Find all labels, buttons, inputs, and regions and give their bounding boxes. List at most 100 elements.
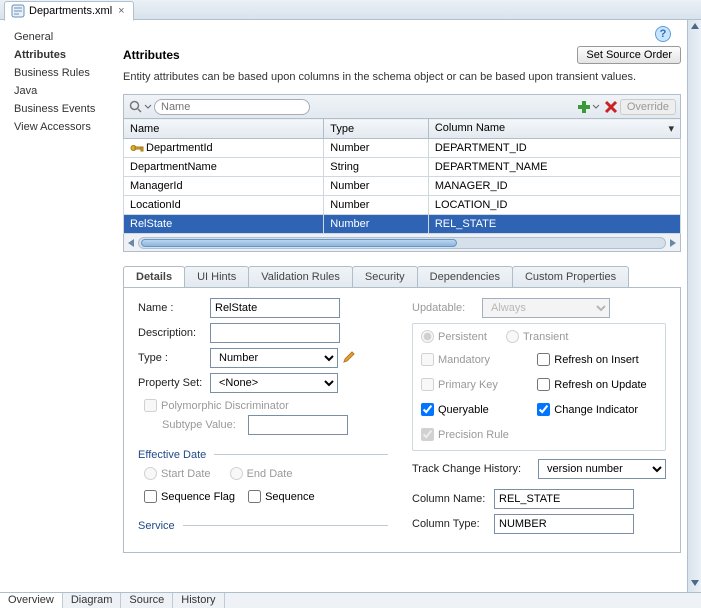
start-date-radio [144, 467, 157, 480]
transient-radio [506, 330, 519, 343]
change-indicator-label: Change Indicator [554, 404, 638, 416]
page-title: Attributes [123, 48, 577, 62]
detail-tab-bar: DetailsUI HintsValidation RulesSecurityD… [123, 266, 681, 288]
file-tab[interactable]: Departments.xml × [4, 1, 134, 21]
persistent-label: Persistent [438, 331, 487, 343]
edit-type-icon[interactable] [342, 350, 356, 367]
primary-key-checkbox [421, 378, 434, 391]
attributes-table[interactable]: NameTypeColumn Name▾ DepartmentIdNumberD… [123, 118, 681, 234]
add-button[interactable] [576, 99, 600, 115]
scroll-down-icon[interactable] [691, 580, 699, 586]
sidebar-item-java[interactable]: Java [14, 82, 123, 100]
column-type-field[interactable] [494, 514, 634, 534]
polymorphic-checkbox [144, 399, 157, 412]
sequence-flag-label: Sequence Flag [161, 491, 235, 503]
scroll-left-icon[interactable] [128, 239, 134, 247]
change-indicator-checkbox[interactable] [537, 403, 550, 416]
sidebar-item-view-accessors[interactable]: View Accessors [14, 118, 123, 136]
sequence-flag-checkbox[interactable] [144, 490, 157, 503]
table-row[interactable]: DepartmentIdNumberDEPARTMENT_ID [124, 139, 681, 158]
refresh-insert-label: Refresh on Insert [554, 354, 638, 366]
xml-file-icon [11, 4, 25, 18]
table-row[interactable]: DepartmentNameStringDEPARTMENT_NAME [124, 158, 681, 177]
scroll-right-icon[interactable] [670, 239, 676, 247]
search-input[interactable] [154, 99, 310, 115]
sequence-checkbox[interactable] [248, 490, 261, 503]
effective-date-heading: Effective Date [138, 449, 206, 461]
footer-tab-diagram[interactable]: Diagram [63, 593, 122, 608]
updatable-select: Always [482, 298, 610, 318]
column-header[interactable]: Column Name▾ [428, 119, 680, 139]
track-history-select[interactable]: version number [538, 459, 666, 479]
search-icon[interactable] [128, 99, 152, 115]
sidebar-item-business-events[interactable]: Business Events [14, 100, 123, 118]
sequence-label: Sequence [265, 491, 315, 503]
primary-key-icon [130, 143, 144, 153]
override-button: Override [620, 99, 676, 115]
refresh-update-checkbox[interactable] [537, 378, 550, 391]
sidebar-item-attributes[interactable]: Attributes [14, 46, 123, 64]
refresh-update-label: Refresh on Update [554, 379, 646, 391]
name-label: Name : [138, 302, 210, 314]
sidebar-item-business-rules[interactable]: Business Rules [14, 64, 123, 82]
delete-button[interactable] [604, 100, 618, 114]
details-pane: Name : Description: Type : Number Proper… [123, 288, 681, 553]
queryable-label: Queryable [438, 404, 489, 416]
tab-details[interactable]: Details [123, 266, 185, 287]
column-name-label: Column Name: [412, 493, 494, 505]
type-label: Type : [138, 352, 210, 364]
footer-tab-bar: OverviewDiagramSourceHistory [0, 592, 701, 608]
attribute-toolbar: Override [123, 94, 681, 118]
property-set-label: Property Set: [138, 377, 210, 389]
polymorphic-label: Polymorphic Discriminator [161, 400, 289, 412]
main-area: GeneralAttributesBusiness RulesJavaBusin… [0, 20, 687, 592]
precision-rule-checkbox [421, 428, 434, 441]
sidebar-item-general[interactable]: General [14, 28, 123, 46]
persistent-radio [421, 330, 434, 343]
refresh-insert-checkbox[interactable] [537, 353, 550, 366]
description-field[interactable] [210, 323, 340, 343]
tab-ui-hints[interactable]: UI Hints [184, 266, 249, 287]
page-description: Entity attributes can be based upon colu… [123, 70, 681, 84]
table-row[interactable]: RelStateNumberREL_STATE [124, 215, 681, 234]
column-name-field[interactable] [494, 489, 634, 509]
tab-validation-rules[interactable]: Validation Rules [248, 266, 353, 287]
tab-dependencies[interactable]: Dependencies [417, 266, 513, 287]
set-source-order-button[interactable]: Set Source Order [577, 46, 681, 64]
property-set-select[interactable]: <None> [210, 373, 338, 393]
scroll-up-icon[interactable] [691, 23, 699, 29]
help-icon[interactable]: ? [655, 26, 671, 42]
vertical-scrollbar[interactable] [687, 20, 701, 592]
section-nav: GeneralAttributesBusiness RulesJavaBusin… [0, 20, 123, 592]
column-type-label: Column Type: [412, 518, 494, 530]
horizontal-scrollbar[interactable] [123, 234, 681, 252]
scrollbar-thumb[interactable] [141, 239, 457, 247]
table-row[interactable]: ManagerIdNumberMANAGER_ID [124, 177, 681, 196]
updatable-label: Updatable: [412, 302, 482, 314]
service-heading: Service [138, 520, 175, 532]
description-label: Description: [138, 327, 210, 339]
column-header[interactable]: Name [124, 119, 324, 139]
tab-security[interactable]: Security [352, 266, 418, 287]
column-menu-icon[interactable]: ▾ [668, 122, 674, 135]
mandatory-checkbox [421, 353, 434, 366]
transient-label: Transient [523, 331, 568, 343]
footer-tab-source[interactable]: Source [121, 593, 173, 608]
column-header[interactable]: Type [324, 119, 429, 139]
subtype-field [248, 415, 348, 435]
mandatory-label: Mandatory [438, 354, 490, 366]
precision-rule-label: Precision Rule [438, 429, 509, 441]
footer-tab-overview[interactable]: Overview [0, 593, 63, 608]
end-date-label: End Date [247, 468, 293, 480]
editor-tab-bar: Departments.xml × [0, 0, 701, 20]
footer-tab-history[interactable]: History [173, 593, 224, 608]
track-history-label: Track Change History: [412, 463, 538, 475]
type-select[interactable]: Number [210, 348, 338, 368]
name-field[interactable] [210, 298, 340, 318]
queryable-checkbox[interactable] [421, 403, 434, 416]
start-date-label: Start Date [161, 468, 211, 480]
content-panel: ? Attributes Set Source Order Entity att… [123, 20, 687, 592]
tab-custom-properties[interactable]: Custom Properties [512, 266, 629, 287]
table-row[interactable]: LocationIdNumberLOCATION_ID [124, 196, 681, 215]
close-icon[interactable]: × [116, 5, 126, 17]
